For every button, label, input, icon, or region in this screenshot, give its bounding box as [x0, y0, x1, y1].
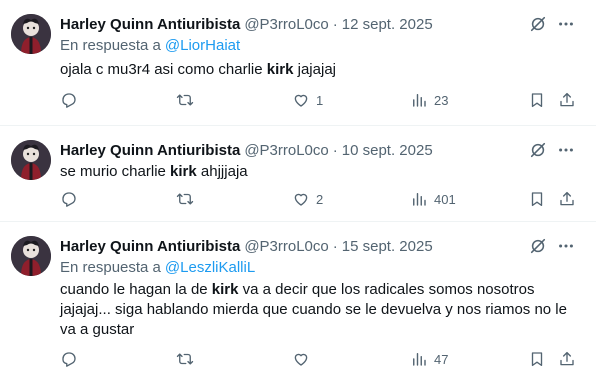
share-icon: [560, 191, 574, 206]
grok-button[interactable]: [528, 236, 548, 256]
avatar-image: [11, 14, 51, 54]
reply-prefix: En respuesta a: [60, 259, 161, 276]
tweet-text-part: cuando le hagan la de: [60, 281, 212, 298]
tweet-date[interactable]: 12 sept. 2025: [342, 16, 433, 33]
reply-button[interactable]: [60, 349, 84, 369]
reply-button[interactable]: [60, 90, 84, 110]
tweet-text-part: ahjjjaja: [196, 163, 248, 180]
reply-to-link[interactable]: @LeszliKalliL: [165, 259, 255, 276]
more-icon: [559, 148, 573, 152]
more-options-button[interactable]: [556, 140, 576, 160]
share-button[interactable]: [558, 90, 576, 110]
tweet-text: cuando le hagan la de kirk va a decir qu…: [60, 280, 580, 340]
tweet-text-highlight: kirk: [211, 281, 239, 298]
tweet[interactable]: Harley Quinn Antiuribista @P3rroL0co · 1…: [0, 222, 596, 380]
tweet-date[interactable]: 15 sept. 2025: [342, 238, 433, 255]
views-icon: [413, 94, 426, 107]
bookmark-icon: [531, 352, 543, 367]
reply-prefix: En respuesta a: [60, 37, 161, 54]
avatar[interactable]: [11, 140, 51, 180]
bookmark-icon: [531, 93, 543, 108]
separator-dot: ·: [332, 15, 338, 33]
tweet-text: ojala c mu3r4 asi como charlie kirk jaja…: [60, 60, 580, 80]
avatar-image: [11, 236, 51, 276]
views-button[interactable]: 47: [410, 349, 448, 369]
grok-button[interactable]: [528, 14, 548, 34]
grok-icon: [530, 16, 546, 32]
reply-context: En respuesta a @LiorHaiat: [60, 37, 240, 54]
grok-icon: [530, 238, 546, 254]
share-button[interactable]: [558, 189, 576, 209]
retweet-button[interactable]: [176, 189, 200, 209]
views-icon: [413, 353, 426, 366]
bookmark-button[interactable]: [528, 189, 546, 209]
like-button[interactable]: [292, 349, 316, 369]
share-icon: [560, 92, 574, 107]
retweet-button[interactable]: [176, 349, 200, 369]
like-button[interactable]: 1: [292, 90, 323, 110]
bookmark-button[interactable]: [528, 349, 546, 369]
tweet-feed: Harley Quinn Antiuribista @P3rroL0co · 1…: [0, 0, 596, 380]
avatar[interactable]: [11, 14, 51, 54]
retweet-button[interactable]: [176, 90, 200, 110]
retweet-icon: [176, 353, 194, 365]
retweet-icon: [176, 193, 194, 205]
display-name[interactable]: Harley Quinn Antiuribista: [60, 16, 240, 33]
tweet[interactable]: Harley Quinn Antiuribista @P3rroL0co · 1…: [0, 0, 596, 126]
separator-dot: ·: [332, 237, 338, 255]
tweet-actions: 47: [60, 349, 580, 369]
views-button[interactable]: 401: [410, 189, 456, 209]
reply-button[interactable]: [60, 189, 84, 209]
grok-icon: [530, 142, 546, 158]
avatar[interactable]: [11, 236, 51, 276]
reply-context: En respuesta a @LeszliKalliL: [60, 259, 255, 276]
reply-icon: [62, 192, 76, 207]
user-handle[interactable]: @P3rroL0co: [244, 142, 328, 159]
tweet-text-part: jajajaj: [293, 61, 336, 78]
like-count: 1: [316, 92, 324, 108]
more-icon: [559, 244, 573, 248]
more-icon: [559, 22, 573, 26]
share-icon: [560, 351, 574, 366]
tweet-text-highlight: kirk: [170, 163, 197, 180]
like-button[interactable]: 2: [292, 189, 323, 209]
bookmark-icon: [531, 192, 543, 207]
view-count: 401: [434, 191, 456, 207]
view-count: 23: [434, 92, 449, 108]
avatar-image: [11, 140, 51, 180]
tweet-text-part: ojala c mu3r4 asi como charlie: [60, 61, 267, 78]
tweet-actions: 1 23: [60, 90, 580, 110]
more-options-button[interactable]: [556, 236, 576, 256]
view-count: 47: [434, 351, 449, 367]
tweet-text-highlight: kirk: [266, 61, 294, 78]
tweet[interactable]: Harley Quinn Antiuribista @P3rroL0co · 1…: [0, 126, 596, 222]
like-count: 2: [316, 191, 324, 207]
user-handle[interactable]: @P3rroL0co: [244, 238, 328, 255]
display-name[interactable]: Harley Quinn Antiuribista: [60, 142, 240, 159]
more-options-button[interactable]: [556, 14, 576, 34]
tweet-header: Harley Quinn Antiuribista @P3rroL0co · 1…: [60, 140, 433, 160]
bookmark-button[interactable]: [528, 90, 546, 110]
display-name[interactable]: Harley Quinn Antiuribista: [60, 238, 240, 255]
reply-icon: [62, 93, 76, 108]
tweet-text-part: se murio charlie: [60, 163, 171, 180]
share-button[interactable]: [558, 349, 576, 369]
heart-icon: [294, 94, 308, 107]
tweet-header: Harley Quinn Antiuribista @P3rroL0co · 1…: [60, 14, 433, 34]
retweet-icon: [176, 94, 194, 106]
reply-icon: [62, 352, 76, 367]
tweet-header: Harley Quinn Antiuribista @P3rroL0co · 1…: [60, 236, 433, 256]
reply-to-link[interactable]: @LiorHaiat: [165, 37, 240, 54]
grok-button[interactable]: [528, 140, 548, 160]
views-button[interactable]: 23: [410, 90, 448, 110]
heart-icon: [294, 353, 308, 366]
separator-dot: ·: [332, 141, 338, 159]
tweet-date[interactable]: 10 sept. 2025: [342, 142, 433, 159]
heart-icon: [294, 193, 308, 206]
tweet-text: se murio charlie kirk ahjjjaja: [60, 162, 580, 182]
user-handle[interactable]: @P3rroL0co: [244, 16, 328, 33]
views-icon: [413, 193, 426, 206]
tweet-actions: 2 401: [60, 189, 580, 209]
